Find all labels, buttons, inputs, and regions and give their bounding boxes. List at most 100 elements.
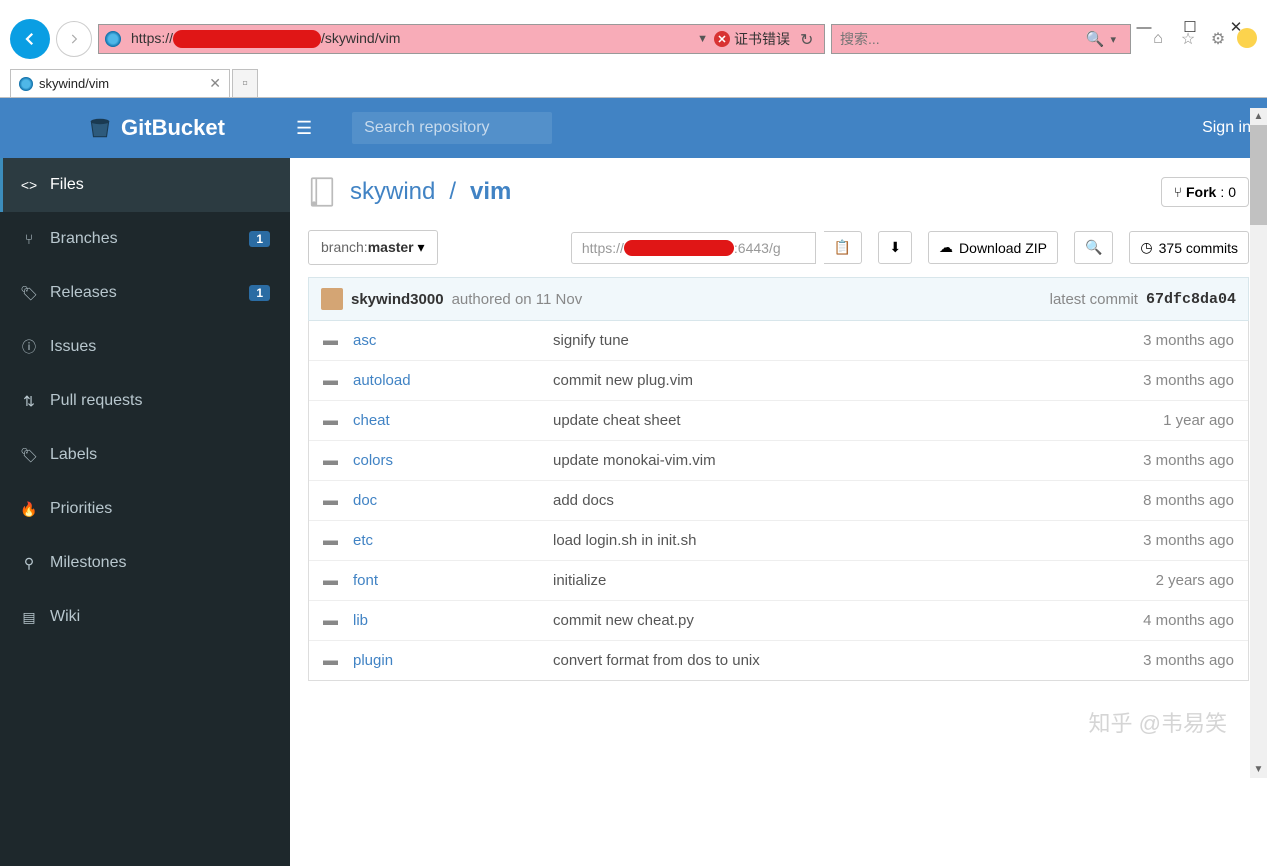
commit-message[interactable]: commit new plug.vim: [553, 372, 1143, 389]
file-name-link[interactable]: doc: [353, 492, 553, 509]
folder-icon: ▬: [323, 532, 341, 549]
repo-icon: [308, 176, 336, 208]
latest-commit-bar: skywind3000 authored on 11 Nov latest co…: [308, 277, 1249, 321]
commit-sha[interactable]: 67dfc8da04: [1146, 291, 1236, 308]
commit-message[interactable]: add docs: [553, 492, 1143, 509]
commit-message[interactable]: signify tune: [553, 332, 1143, 349]
address-bar[interactable]: https:///skywind/vim ▼ ✕ 证书错误 ↻: [98, 24, 825, 54]
minimize-button[interactable]: —: [1131, 18, 1157, 36]
tab-favicon: [19, 77, 33, 91]
download-zip-button[interactable]: ☁ Download ZIP: [928, 231, 1058, 264]
table-row: ▬ autoload commit new plug.vim 3 months …: [309, 361, 1248, 401]
sidebar-item-labels[interactable]: 🏷 Labels: [0, 428, 290, 482]
table-row: ▬ asc signify tune 3 months ago: [309, 321, 1248, 361]
folder-icon: ▬: [323, 652, 341, 669]
sidebar-item-releases[interactable]: 🏷 Releases 1: [0, 266, 290, 320]
commits-button[interactable]: ◷ 375 commits: [1129, 231, 1249, 264]
sidebar-item-files[interactable]: <> Files: [0, 158, 290, 212]
table-row: ▬ font initialize 2 years ago: [309, 561, 1248, 601]
copy-url-button[interactable]: 📋: [824, 231, 862, 264]
folder-icon: ▬: [323, 572, 341, 589]
sidebar-icon: ▤: [20, 609, 38, 626]
scrollbar-thumb[interactable]: [1250, 125, 1267, 225]
browser-tab[interactable]: skywind/vim ✕: [10, 69, 230, 97]
brand-logo[interactable]: GitBucket: [16, 115, 296, 141]
scroll-up-icon[interactable]: ▲: [1250, 108, 1267, 125]
fork-icon: ⑂: [1174, 184, 1182, 200]
sidebar-icon: ⓘ: [20, 337, 38, 357]
sidebar-label: Pull requests: [50, 392, 270, 410]
commit-author[interactable]: skywind3000: [351, 291, 444, 308]
sidebar-item-milestones[interactable]: ⚲ Milestones: [0, 536, 290, 590]
file-name-link[interactable]: font: [353, 572, 553, 589]
sidebar-label: Wiki: [50, 608, 270, 626]
sidebar-label: Branches: [50, 230, 237, 248]
refresh-button[interactable]: ↻: [800, 30, 818, 48]
commit-message[interactable]: update monokai-vim.vim: [553, 452, 1143, 469]
fork-button[interactable]: ⑂ Fork: 0: [1161, 177, 1249, 207]
avatar[interactable]: [321, 288, 343, 310]
sidebar-item-pull-requests[interactable]: ⇅ Pull requests: [0, 374, 290, 428]
file-name-link[interactable]: cheat: [353, 412, 553, 429]
browser-toolbar: https:///skywind/vim ▼ ✕ 证书错误 ↻ 🔍 ▾ ⌂ ☆ …: [0, 10, 1267, 68]
file-table: ▬ asc signify tune 3 months ago▬ autoloa…: [308, 321, 1249, 681]
hamburger-icon[interactable]: ☰: [296, 118, 312, 139]
file-name-link[interactable]: etc: [353, 532, 553, 549]
commit-message[interactable]: commit new cheat.py: [553, 612, 1143, 629]
clone-url-field[interactable]: https://:6443/g: [571, 232, 816, 264]
browser-search-input[interactable]: [840, 31, 1086, 47]
latest-commit-label: latest commit: [1050, 291, 1138, 308]
new-tab-button[interactable]: ▫: [232, 69, 258, 97]
branch-selector[interactable]: branch:master ▾: [308, 230, 438, 265]
sidebar-item-wiki[interactable]: ▤ Wiki: [0, 590, 290, 644]
folder-icon: ▬: [323, 412, 341, 429]
file-age: 3 months ago: [1143, 372, 1234, 389]
sidebar-label: Issues: [50, 338, 270, 356]
smiley-icon[interactable]: [1237, 28, 1257, 48]
table-row: ▬ lib commit new cheat.py 4 months ago: [309, 601, 1248, 641]
commit-message[interactable]: load login.sh in init.sh: [553, 532, 1143, 549]
signin-link[interactable]: Sign in: [1202, 119, 1251, 137]
file-name-link[interactable]: autoload: [353, 372, 553, 389]
commit-action: authored on 11 Nov: [452, 291, 583, 308]
sidebar-badge: 1: [249, 231, 270, 247]
search-icon[interactable]: 🔍: [1086, 30, 1105, 48]
commit-message[interactable]: convert format from dos to unix: [553, 652, 1143, 669]
search-code-button[interactable]: 🔍: [1074, 231, 1113, 264]
repo-owner-link[interactable]: skywind: [350, 178, 435, 206]
commit-message[interactable]: update cheat sheet: [553, 412, 1163, 429]
forward-button[interactable]: [56, 21, 92, 57]
sidebar-label: Labels: [50, 446, 270, 464]
file-name-link[interactable]: lib: [353, 612, 553, 629]
sidebar-label: Releases: [50, 284, 237, 302]
sidebar-icon: 🔥: [20, 501, 38, 518]
tab-title: skywind/vim: [39, 76, 203, 91]
table-row: ▬ plugin convert format from dos to unix…: [309, 641, 1248, 680]
sidebar-label: Files: [50, 176, 270, 194]
file-name-link[interactable]: asc: [353, 332, 553, 349]
app-topbar: GitBucket ☰ Sign in: [0, 98, 1267, 158]
file-name-link[interactable]: colors: [353, 452, 553, 469]
back-button[interactable]: [10, 19, 50, 59]
sidebar-item-priorities[interactable]: 🔥 Priorities: [0, 482, 290, 536]
commit-message[interactable]: initialize: [553, 572, 1156, 589]
browser-search-box[interactable]: 🔍 ▾: [831, 24, 1131, 54]
repo-toolbar: branch:master ▾ https://:6443/g 📋 ⬇ ☁ Do…: [308, 230, 1249, 265]
file-age: 3 months ago: [1143, 532, 1234, 549]
scrollbar[interactable]: ▲ ▼: [1250, 108, 1267, 778]
table-row: ▬ colors update monokai-vim.vim 3 months…: [309, 441, 1248, 481]
repo-name-link[interactable]: vim: [470, 178, 511, 206]
dropdown-icon[interactable]: ▼: [697, 33, 708, 45]
maximize-button[interactable]: ☐: [1177, 18, 1203, 36]
repo-search-input[interactable]: [352, 112, 552, 144]
folder-icon: ▬: [323, 332, 341, 349]
download-icon-button[interactable]: ⬇: [878, 231, 912, 264]
clone-url-redacted: [624, 240, 734, 256]
scroll-down-icon[interactable]: ▼: [1250, 761, 1267, 778]
sidebar-item-branches[interactable]: ⑂ Branches 1: [0, 212, 290, 266]
file-name-link[interactable]: plugin: [353, 652, 553, 669]
sidebar-item-issues[interactable]: ⓘ Issues: [0, 320, 290, 374]
tab-close-button[interactable]: ✕: [209, 75, 221, 92]
cert-error-badge[interactable]: ✕ 证书错误: [714, 29, 790, 49]
url-text: https:///skywind/vim: [131, 30, 691, 48]
